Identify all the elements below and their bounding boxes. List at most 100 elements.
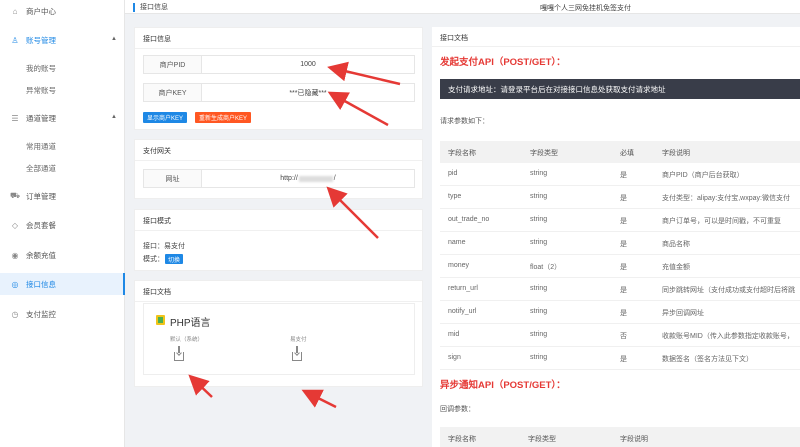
pid-value[interactable]: 1000 bbox=[202, 56, 414, 73]
home-icon: ⌂ bbox=[12, 6, 18, 16]
sdk-panel: 接口文档 PHP语言 默认（系统） 易支付 bbox=[134, 280, 423, 387]
table-cell: string bbox=[530, 239, 548, 246]
table-cell: string bbox=[530, 354, 548, 361]
sidebar-item-balance-recharge[interactable]: ◉ 余额充值 bbox=[0, 244, 125, 266]
col-header: 字段类型 bbox=[528, 436, 556, 443]
table-row: type string 是 支付类型：alipay:支付宝,wxpay:微信支付 bbox=[440, 186, 800, 209]
gem-icon: ◇ bbox=[11, 220, 19, 230]
gateway-panel: 支付网关 网址 http:// / bbox=[134, 139, 423, 199]
sidebar-item-my-account[interactable]: 我的账号 bbox=[0, 57, 125, 79]
tab-label: 接口信息 bbox=[140, 4, 168, 11]
sidebar-item-label: 我的账号 bbox=[26, 63, 56, 73]
table-cell: 是 bbox=[620, 195, 627, 202]
table-cell: 收款账号MID（传入此参数指定收款账号， bbox=[662, 333, 794, 340]
table-cell: mid bbox=[448, 331, 460, 338]
redacted-domain bbox=[298, 175, 333, 182]
tab-api-info[interactable]: 接口信息 bbox=[133, 2, 168, 12]
table-cell: 是 bbox=[620, 241, 627, 248]
cart-icon: ⛟ bbox=[9, 191, 21, 200]
table-cell: sign bbox=[448, 354, 461, 361]
chevron-up-icon: ▲ bbox=[111, 114, 117, 120]
table-cell: return_url bbox=[448, 285, 478, 292]
table-cell: pid bbox=[448, 170, 458, 177]
params-intro: 请求参数如下： bbox=[440, 118, 489, 125]
list-icon: ☰ bbox=[11, 113, 19, 123]
sidebar-item-account-management[interactable]: ♙ 账号管理 ▲ bbox=[0, 29, 125, 51]
key-value[interactable]: ***已隐藏*** bbox=[202, 84, 414, 101]
site-title: 嘎嘎个人三网免挂机免签支付 bbox=[540, 5, 631, 12]
key-row: 商户KEY ***已隐藏*** bbox=[143, 83, 415, 102]
sidebar-item-label: 账号管理 bbox=[26, 35, 56, 45]
url-suffix: / bbox=[333, 175, 336, 182]
sidebar-item-api-info[interactable]: ◎ 接口信息 bbox=[0, 273, 125, 295]
doc-panel: 接口文档 发起支付API（POST/GET）： 支付请求地址：请登录平台后在对接… bbox=[432, 27, 800, 447]
table-cell: 支付类型：alipay:支付宝,wxpay:微信支付 bbox=[662, 195, 790, 202]
table-cell: name bbox=[448, 239, 466, 246]
switch-mode-button[interactable]: 切换 bbox=[165, 254, 184, 264]
api-info-panel: 接口信息 商户PID 1000 商户KEY ***已隐藏*** 显示商户KEY … bbox=[134, 27, 423, 130]
table-cell: 充值金额 bbox=[662, 264, 690, 271]
pay-api-heading: 发起支付API（POST/GET）： bbox=[440, 57, 566, 68]
sdk-epay-label: 易支付 bbox=[290, 337, 307, 343]
php-icon bbox=[156, 315, 165, 325]
table-cell: 是 bbox=[620, 264, 627, 271]
sidebar-item-payment-monitor[interactable]: ◷ 支付监控 bbox=[0, 303, 125, 325]
sidebar-item-label: 余额充值 bbox=[26, 250, 56, 260]
table-cell: 是 bbox=[620, 172, 627, 179]
panel-title: 接口文档 bbox=[143, 289, 171, 296]
url-label: 网址 bbox=[144, 170, 202, 187]
pid-row: 商户PID 1000 bbox=[143, 55, 415, 74]
sdk-default-label: 默认（系统） bbox=[170, 337, 204, 343]
mode-label: 模式： bbox=[143, 256, 164, 263]
callback-intro: 回调参数： bbox=[440, 406, 475, 413]
table-cell: 是 bbox=[620, 310, 627, 317]
col-header: 字段类型 bbox=[530, 150, 558, 157]
monitor-icon: ◷ bbox=[11, 309, 19, 319]
table-cell: string bbox=[530, 216, 548, 223]
panel-title: 接口模式 bbox=[143, 218, 171, 225]
sidebar-item-channel-management[interactable]: ☰ 通道管理 ▲ bbox=[0, 107, 125, 129]
download-icon[interactable] bbox=[174, 346, 184, 361]
col-header: 字段说明 bbox=[620, 436, 648, 443]
sdk-language: PHP语言 bbox=[170, 318, 211, 329]
table-cell: out_trade_no bbox=[448, 216, 490, 223]
table-row: notify_url string 是 异步回调网址 bbox=[440, 301, 800, 324]
sidebar-item-common-channels[interactable]: 常用通道 bbox=[0, 135, 125, 157]
table-cell: 否 bbox=[620, 333, 627, 340]
regenerate-key-button[interactable]: 重新生成商户KEY bbox=[195, 112, 252, 123]
table-cell: 数据签名（签名方法见下文） bbox=[662, 356, 753, 363]
divider bbox=[135, 160, 422, 161]
table-cell: 异步回调网址 bbox=[662, 310, 704, 317]
sidebar-item-all-channels[interactable]: 全部通道 bbox=[0, 157, 125, 179]
table-cell: string bbox=[530, 170, 548, 177]
sidebar-item-member-plans[interactable]: ◇ 会员套餐 bbox=[0, 214, 125, 236]
sidebar-item-merchant-center[interactable]: ⌂ 商户中心 bbox=[0, 0, 125, 22]
sidebar-item-order-management[interactable]: ⛟ 订单管理 bbox=[0, 185, 125, 207]
col-header: 字段名称 bbox=[448, 150, 476, 157]
table-cell: 是 bbox=[620, 287, 627, 294]
sidebar-item-label: 商户中心 bbox=[26, 6, 56, 16]
user-icon: ♙ bbox=[11, 35, 19, 45]
php-sdk-card: PHP语言 默认（系统） 易支付 bbox=[143, 303, 415, 375]
url-value[interactable]: http:// / bbox=[202, 170, 414, 187]
mode-panel: 接口模式 接口：易支付 模式： 切换 bbox=[134, 209, 423, 271]
params-table-header: 字段名称 字段类型 必填 字段说明 bbox=[440, 141, 800, 163]
table-cell: string bbox=[530, 331, 548, 338]
table-row: money float（2） 是 充值金额 bbox=[440, 255, 800, 278]
sidebar-item-label: 异常账号 bbox=[26, 85, 56, 95]
interface-text: 接口：易支付 bbox=[143, 243, 185, 250]
divider bbox=[135, 230, 422, 231]
table-row: sign string 是 数据签名（签名方法见下文） bbox=[440, 347, 800, 370]
panel-title: 接口文档 bbox=[440, 35, 468, 42]
download-icon[interactable] bbox=[292, 346, 302, 361]
show-key-button[interactable]: 显示商户KEY bbox=[143, 112, 188, 123]
api-icon: ◎ bbox=[11, 279, 19, 289]
sidebar-item-abnormal-account[interactable]: 异常账号 bbox=[0, 79, 125, 101]
sidebar-item-label: 通道管理 bbox=[26, 113, 56, 123]
divider bbox=[432, 46, 800, 47]
panel-title: 接口信息 bbox=[143, 36, 171, 43]
panel-title: 支付网关 bbox=[143, 148, 171, 155]
table-cell: 商户PID（商户后台获取） bbox=[662, 172, 744, 179]
chevron-up-icon: ▲ bbox=[111, 36, 117, 42]
sidebar-item-label: 常用通道 bbox=[26, 141, 56, 151]
